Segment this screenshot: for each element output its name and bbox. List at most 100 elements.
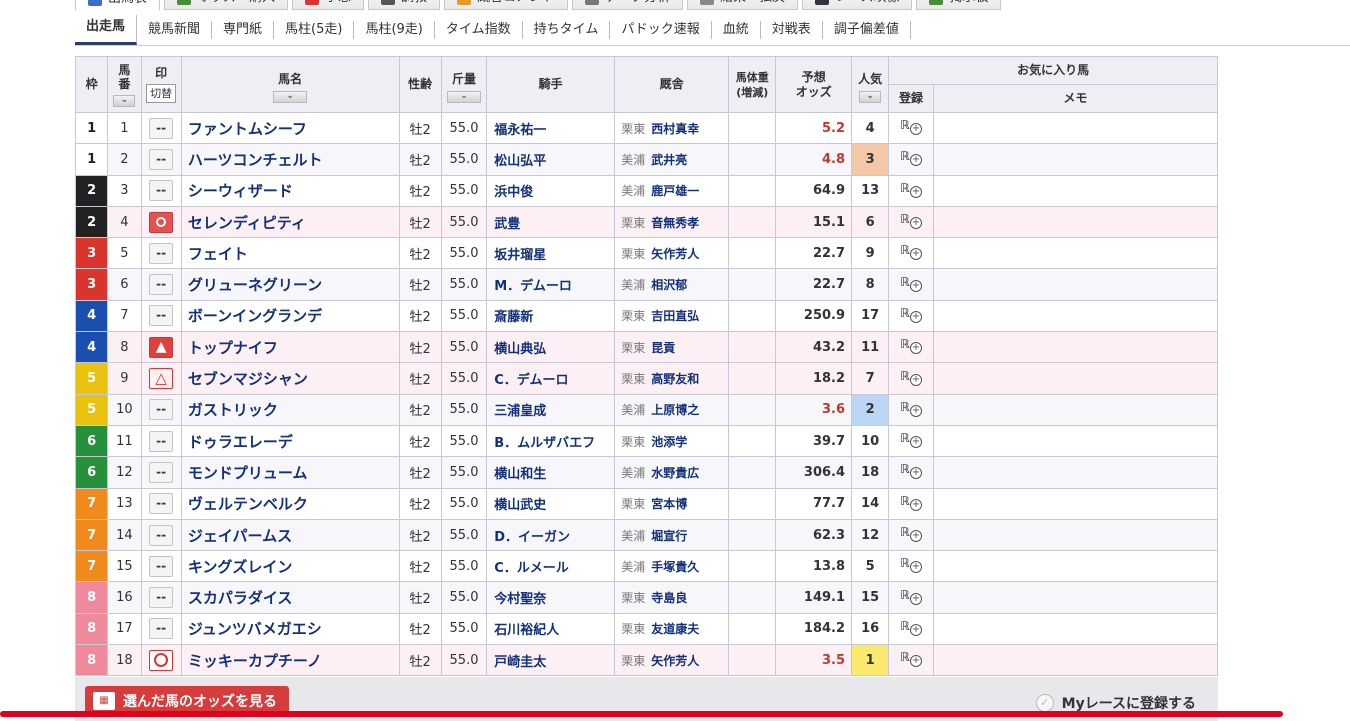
mark-select-button[interactable]: -- bbox=[149, 148, 174, 170]
jockey-link[interactable]: 三浦皇成 bbox=[486, 393, 616, 426]
sub-tab-6[interactable]: 持ちタイム bbox=[523, 21, 611, 39]
sub-tab-2[interactable]: 専門紙 bbox=[212, 21, 275, 39]
main-tab-7[interactable]: レース映像 bbox=[802, 0, 913, 10]
horse-name-link[interactable]: ミッキーカプチーノ bbox=[180, 644, 400, 677]
trainer-link[interactable]: 水野貴広 bbox=[651, 466, 699, 480]
memo-field[interactable] bbox=[932, 174, 1219, 207]
main-tab-8[interactable]: 掲示板 bbox=[916, 0, 1002, 10]
mark-select-button[interactable]: -- bbox=[149, 242, 174, 264]
horse-name-link[interactable]: ファントムシーフ bbox=[180, 111, 400, 145]
col-popularity[interactable]: 人気 ⌄ bbox=[851, 56, 890, 113]
trainer-link[interactable]: 上原博之 bbox=[651, 403, 699, 417]
jockey-link[interactable]: C．デムーロ bbox=[486, 362, 616, 395]
trainer-link[interactable]: 鹿戸雄一 bbox=[651, 184, 699, 198]
add-favorite-icon[interactable]: ℝ + bbox=[900, 336, 922, 355]
mark-select-button[interactable]: -- bbox=[149, 430, 174, 452]
sub-tab-3[interactable]: 馬柱(5走) bbox=[274, 21, 355, 39]
mark-select-button[interactable]: -- bbox=[149, 587, 174, 609]
trainer-link[interactable]: 矢作芳人 bbox=[651, 654, 699, 668]
trainer-link[interactable]: 音無秀孝 bbox=[651, 216, 699, 230]
memo-field[interactable] bbox=[932, 143, 1219, 176]
horse-name-link[interactable]: ガストリック bbox=[180, 393, 400, 426]
mark-select-button[interactable]: -- bbox=[149, 399, 174, 421]
col-umaban[interactable]: 馬番 ⌄ bbox=[107, 56, 142, 113]
umaban-sort-button[interactable]: ⌄ bbox=[113, 94, 136, 107]
horse-name-link[interactable]: セレンディピティ bbox=[180, 205, 400, 239]
memo-field[interactable] bbox=[932, 111, 1219, 145]
jockey-link[interactable]: 今村聖奈 bbox=[486, 581, 616, 614]
main-tab-4[interactable]: 厩舎コメント bbox=[444, 0, 569, 10]
add-favorite-icon[interactable]: ℝ + bbox=[900, 180, 922, 198]
sub-tab-7[interactable]: パドック速報 bbox=[610, 21, 712, 39]
trainer-link[interactable]: 友道康夫 bbox=[651, 622, 699, 636]
memo-field[interactable] bbox=[932, 393, 1219, 426]
jockey-link[interactable]: 戸崎圭太 bbox=[486, 644, 616, 677]
col-name[interactable]: 馬名 ⌄ bbox=[180, 56, 400, 113]
trainer-link[interactable]: 高野友和 bbox=[651, 372, 699, 386]
mark-select-button[interactable]: -- bbox=[149, 493, 174, 515]
mark-select-button[interactable]: -- bbox=[149, 274, 174, 296]
jockey-link[interactable]: M．デムーロ bbox=[486, 268, 616, 301]
add-favorite-icon[interactable]: ℝ + bbox=[900, 587, 922, 605]
memo-field[interactable] bbox=[932, 550, 1219, 583]
add-favorite-icon[interactable]: ℝ + bbox=[900, 618, 922, 636]
jockey-link[interactable]: 松山弘平 bbox=[486, 143, 616, 176]
sub-tab-5[interactable]: タイム指数 bbox=[435, 21, 523, 39]
horse-name-link[interactable]: スカパラダイス bbox=[180, 581, 400, 614]
trainer-link[interactable]: 矢作芳人 bbox=[651, 247, 699, 261]
memo-field[interactable] bbox=[932, 237, 1219, 270]
mark-select-button[interactable]: -- bbox=[149, 524, 174, 546]
main-tab-1[interactable]: オッズ・購入 bbox=[164, 0, 289, 10]
horse-name-link[interactable]: ヴェルテンベルク bbox=[180, 487, 400, 520]
mark-select-button[interactable]: -- bbox=[149, 461, 174, 483]
add-favorite-icon[interactable]: ℝ + bbox=[900, 430, 922, 449]
memo-field[interactable] bbox=[932, 331, 1219, 364]
add-favorite-icon[interactable]: ℝ + bbox=[900, 242, 922, 261]
jockey-link[interactable]: C．ルメール bbox=[486, 550, 616, 583]
add-favorite-icon[interactable]: ℝ + bbox=[900, 649, 922, 668]
trainer-link[interactable]: 宮本博 bbox=[651, 497, 687, 511]
add-favorite-icon[interactable]: ℝ + bbox=[900, 555, 922, 574]
register-my-race[interactable]: ✓ Myレースに登録する bbox=[1035, 693, 1196, 713]
mark-honmei-button[interactable] bbox=[149, 211, 174, 233]
sub-tab-9[interactable]: 対戦表 bbox=[761, 21, 823, 39]
popularity-sort-button[interactable]: ⌄ bbox=[859, 91, 882, 103]
add-favorite-icon[interactable]: ℝ + bbox=[900, 117, 922, 136]
main-tab-3[interactable]: 調教 bbox=[368, 0, 441, 10]
trainer-link[interactable]: 手塚貴久 bbox=[651, 560, 699, 574]
horse-name-link[interactable]: ボーンイングランデ bbox=[180, 299, 400, 333]
add-favorite-icon[interactable]: ℝ + bbox=[900, 148, 922, 167]
horse-name-link[interactable]: ジュンツバメガエシ bbox=[180, 612, 400, 646]
trainer-link[interactable]: 堀宣行 bbox=[651, 529, 687, 543]
horse-name-link[interactable]: ジェイパームス bbox=[180, 518, 400, 552]
add-favorite-icon[interactable]: ℝ + bbox=[900, 524, 922, 542]
sub-tab-10[interactable]: 調子偏差値 bbox=[823, 21, 911, 39]
add-favorite-icon[interactable]: ℝ + bbox=[900, 274, 922, 292]
main-tab-0[interactable]: 出馬表 bbox=[75, 0, 161, 10]
col-kinryo[interactable]: 斤量 ⌄ bbox=[440, 56, 488, 113]
horse-name-link[interactable]: トップナイフ bbox=[180, 331, 400, 364]
mark-select-button[interactable]: -- bbox=[149, 305, 174, 327]
jockey-link[interactable]: 坂井瑠星 bbox=[486, 237, 616, 270]
jockey-link[interactable]: 福永祐一 bbox=[486, 111, 616, 145]
mark-select-button[interactable]: -- bbox=[149, 117, 174, 139]
memo-field[interactable] bbox=[932, 456, 1219, 489]
jockey-link[interactable]: 浜中俊 bbox=[486, 174, 616, 207]
horse-name-link[interactable]: フェイト bbox=[180, 237, 400, 270]
sub-tab-0[interactable]: 出走馬 bbox=[75, 15, 138, 45]
memo-field[interactable] bbox=[932, 612, 1219, 646]
sub-tab-8[interactable]: 血統 bbox=[712, 21, 761, 39]
trainer-link[interactable]: 吉田直弘 bbox=[651, 309, 699, 323]
memo-field[interactable] bbox=[932, 205, 1219, 239]
mark-select-button[interactable]: -- bbox=[149, 555, 174, 577]
add-favorite-icon[interactable]: ℝ + bbox=[900, 493, 922, 511]
mark-renka-button[interactable]: △ bbox=[149, 368, 174, 390]
kinryo-sort-button[interactable]: ⌄ bbox=[447, 91, 482, 103]
trainer-link[interactable]: 西村真幸 bbox=[651, 122, 699, 136]
trainer-link[interactable]: 昆貢 bbox=[651, 341, 675, 355]
mark-toggle-button[interactable]: 切替 bbox=[146, 84, 177, 103]
add-favorite-icon[interactable]: ℝ + bbox=[900, 305, 922, 323]
jockey-link[interactable]: B．ムルザバエフ bbox=[486, 424, 616, 458]
horse-name-link[interactable]: セブンマジシャン bbox=[180, 362, 400, 395]
trainer-link[interactable]: 池添学 bbox=[651, 435, 687, 449]
